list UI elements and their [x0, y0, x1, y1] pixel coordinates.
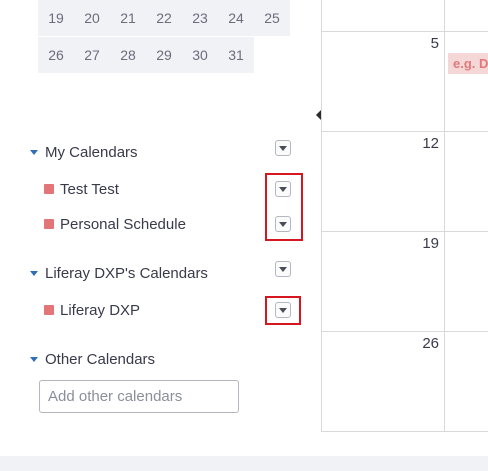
site-calendars-menu-button[interactable]	[275, 261, 291, 277]
month-day-number: 19	[422, 235, 439, 252]
calendar-item[interactable]: Test Test	[44, 177, 119, 201]
month-day-number: 5	[430, 35, 439, 52]
caret-down-icon	[30, 270, 38, 276]
mini-calendar-day[interactable]: 24	[218, 0, 254, 36]
mini-calendar-day[interactable]: 26	[38, 37, 74, 73]
highlight-box	[265, 296, 301, 325]
mini-calendar-day[interactable]: 28	[110, 37, 146, 73]
calendar-color-swatch	[44, 184, 54, 194]
calendar-name: Test Test	[60, 180, 119, 198]
caret-down-icon	[30, 149, 38, 155]
mini-calendar-day[interactable]: 31	[218, 37, 254, 73]
mini-calendar-day[interactable]: 20	[74, 0, 110, 36]
calendar-name: Liferay DXP	[60, 301, 141, 319]
mini-calendar-day[interactable]: 23	[182, 0, 218, 36]
caret-down-icon	[279, 267, 287, 272]
caret-down-icon	[30, 356, 38, 362]
mini-calendar-day[interactable]: 25	[254, 0, 290, 36]
grid-divider	[321, 431, 488, 432]
month-day-number: 26	[422, 335, 439, 352]
section-title: Liferay DXP's Calendars	[45, 264, 208, 282]
calendar-item[interactable]: Personal Schedule	[44, 212, 186, 236]
my-calendars-menu-button[interactable]	[275, 140, 291, 156]
mini-calendar-day[interactable]: 19	[38, 0, 74, 36]
my-calendars-header[interactable]: My Calendars	[30, 140, 138, 164]
calendar-page: 19 20 21 22 23 24 25 26 27 28 29 30 31 5…	[0, 0, 488, 471]
mini-calendar-day[interactable]: 27	[74, 37, 110, 73]
caret-down-icon	[279, 146, 287, 151]
month-day-number: 12	[422, 135, 439, 152]
add-other-calendars-input[interactable]	[39, 380, 239, 413]
mini-calendar-day[interactable]: 29	[146, 37, 182, 73]
calendar-name: Personal Schedule	[60, 215, 186, 233]
section-title: Other Calendars	[45, 350, 156, 368]
footer-bar	[0, 456, 488, 471]
other-calendars-header[interactable]: Other Calendars	[30, 347, 155, 371]
new-event-placeholder[interactable]: e.g. D	[448, 53, 488, 74]
site-calendars-header[interactable]: Liferay DXP's Calendars	[30, 261, 208, 285]
mini-calendar-week-row: 26 27 28 29 30 31	[38, 37, 290, 73]
mini-calendar-day[interactable]: 21	[110, 0, 146, 36]
mini-calendar-day[interactable]: 30	[182, 37, 218, 73]
mini-calendar-day[interactable]: 22	[146, 0, 182, 36]
calendar-item[interactable]: Liferay DXP	[44, 298, 140, 322]
highlight-box	[265, 173, 303, 241]
section-title: My Calendars	[45, 143, 138, 161]
calendar-color-swatch	[44, 305, 54, 315]
calendar-color-swatch	[44, 219, 54, 229]
grid-divider	[444, 0, 445, 432]
mini-calendar-week-row: 19 20 21 22 23 24 25	[38, 0, 290, 36]
